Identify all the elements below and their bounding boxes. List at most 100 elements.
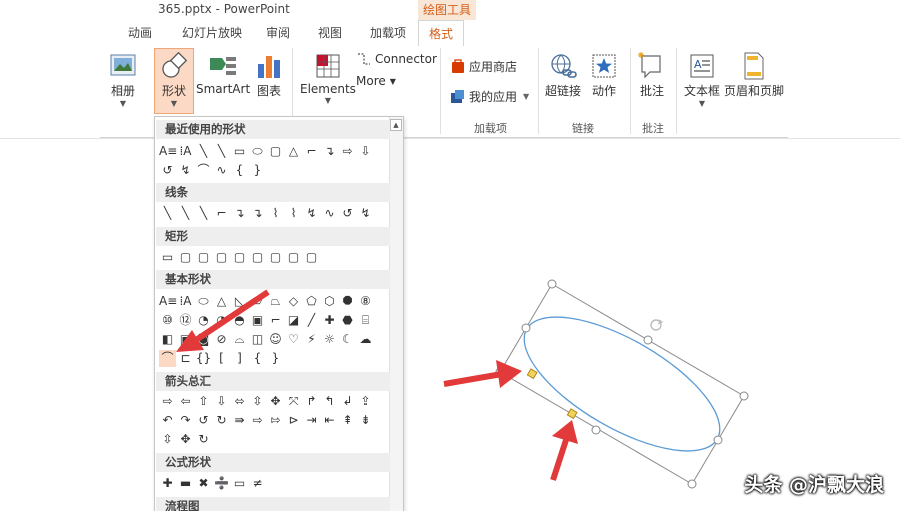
shape-option[interactable]: ↴ (231, 205, 248, 222)
shape-option[interactable]: ⬠ (303, 293, 320, 310)
shape-option[interactable]: ⇦ (177, 393, 194, 410)
shape-option[interactable]: ⊳ (285, 412, 302, 429)
selected-ellipse[interactable] (495, 279, 749, 489)
shape-option[interactable]: ∿ (321, 205, 338, 222)
shape-option[interactable]: ▢ (249, 249, 266, 266)
shape-option[interactable]: ↯ (177, 162, 194, 179)
shape-option[interactable]: ◇ (285, 293, 302, 310)
shape-option[interactable]: ⇟ (357, 412, 374, 429)
shape-option[interactable]: ⬭ (249, 143, 266, 160)
shape-option[interactable]: ⇤ (321, 412, 338, 429)
shape-option[interactable]: ☁ (357, 331, 374, 348)
shape-option[interactable]: ⌒ (195, 162, 212, 179)
shape-option[interactable]: ▢ (303, 249, 320, 266)
shape-option[interactable]: ⇨ (249, 412, 266, 429)
shape-option[interactable]: ↺ (339, 205, 356, 222)
shape-option[interactable]: ◓ (231, 312, 248, 329)
shape-option[interactable]: A≡ (159, 293, 177, 310)
shape-option[interactable]: ◧ (159, 331, 176, 348)
shape-option[interactable]: ⇧ (195, 393, 212, 410)
shape-option[interactable]: ▣ (249, 312, 266, 329)
shape-option[interactable]: ↴ (321, 143, 338, 160)
shape-option[interactable]: ⬣ (339, 312, 356, 329)
shape-option[interactable]: ⏢ (267, 293, 284, 310)
shape-option[interactable]: △ (213, 293, 230, 310)
shape-option[interactable]: ⌓ (231, 331, 248, 348)
shape-option[interactable]: ╲ (213, 143, 230, 160)
shape-option[interactable]: ⇩ (357, 143, 374, 160)
shape-option[interactable]: ↺ (195, 412, 212, 429)
resize-handle[interactable] (687, 479, 697, 489)
shape-option[interactable]: ▣ (177, 331, 194, 348)
shape-option[interactable]: ⌇ (285, 205, 302, 222)
shape-option[interactable]: ↴ (249, 205, 266, 222)
shape-option[interactable]: ⇞ (339, 412, 356, 429)
shape-option[interactable]: ▢ (285, 249, 302, 266)
shape-option[interactable]: [ (213, 350, 230, 367)
shape-option[interactable]: ⑧ (357, 293, 374, 310)
shape-option[interactable]: ▭ (231, 143, 248, 160)
shape-option[interactable]: ⤧ (285, 393, 302, 410)
shape-option[interactable]: ╲ (195, 205, 212, 222)
shape-option[interactable]: ▢ (231, 249, 248, 266)
shape-option[interactable]: ▢ (267, 249, 284, 266)
shape-option[interactable]: ↯ (303, 205, 320, 222)
shape-option[interactable]: ▭ (231, 475, 248, 492)
shape-option[interactable]: ╲ (177, 205, 194, 222)
shape-option[interactable]: } (249, 162, 266, 179)
shape-option[interactable]: } (267, 350, 284, 367)
shape-option[interactable]: ✥ (177, 431, 194, 448)
shape-option[interactable]: ⚡ (303, 331, 320, 348)
shape-option[interactable]: ☾ (339, 331, 356, 348)
shape-option[interactable]: ↻ (195, 431, 212, 448)
shape-option[interactable]: ⇳ (159, 431, 176, 448)
shape-option[interactable]: ◺ (231, 293, 248, 310)
shape-option[interactable]: ⇨ (159, 393, 176, 410)
adjust-handle[interactable] (526, 368, 538, 380)
shape-option[interactable]: ⌐ (213, 205, 230, 222)
shape-option[interactable]: ◑ (213, 312, 230, 329)
shape-option[interactable]: ⊏ (177, 350, 194, 367)
shape-option[interactable]: ⌇ (267, 205, 284, 222)
shape-option[interactable]: ↶ (159, 412, 176, 429)
rotate-handle-icon[interactable] (650, 319, 664, 331)
shape-option[interactable]: ◔ (195, 312, 212, 329)
resize-handle[interactable] (591, 425, 601, 435)
resize-handle[interactable] (547, 279, 557, 289)
shape-option[interactable]: ▱ (249, 293, 266, 310)
shape-option[interactable]: ◫ (249, 331, 266, 348)
shape-option[interactable]: ⌸ (357, 312, 374, 329)
shape-option[interactable]: ▢ (177, 249, 194, 266)
shape-option[interactable]: ⇳ (249, 393, 266, 410)
shape-option[interactable]: ⌐ (267, 312, 284, 329)
shape-option[interactable]: {} (195, 350, 212, 367)
shape-option[interactable]: ▢ (195, 249, 212, 266)
shape-option[interactable]: ◙ (195, 331, 212, 348)
shape-option[interactable]: ↻ (213, 412, 230, 429)
resize-handle[interactable] (739, 391, 749, 401)
shape-option[interactable]: ⯃ (339, 293, 356, 310)
shape-option[interactable]: △ (285, 143, 302, 160)
scrollbar[interactable]: ▲ (389, 117, 403, 511)
shape-option[interactable]: ⇥ (303, 412, 320, 429)
shape-option[interactable]: { (231, 162, 248, 179)
shape-option[interactable]: ⬡ (321, 293, 338, 310)
shape-option[interactable]: ╱ (303, 312, 320, 329)
resize-handle[interactable] (521, 323, 531, 333)
shape-option[interactable]: ✚ (159, 475, 176, 492)
shape-option[interactable]: ➗ (213, 475, 230, 492)
shape-option[interactable]: ↱ (303, 393, 320, 410)
shape-option[interactable]: ⇰ (267, 412, 284, 429)
shape-option[interactable]: ⬄ (231, 393, 248, 410)
shape-option[interactable]: ✚ (321, 312, 338, 329)
shape-option[interactable]: ⑩ (159, 312, 176, 329)
scroll-up-icon[interactable]: ▲ (390, 119, 402, 131)
resize-handle[interactable] (643, 335, 653, 345)
shape-option[interactable]: ↯ (357, 205, 374, 222)
shape-option[interactable]: ⬭ (195, 293, 212, 310)
shape-option[interactable]: ] (231, 350, 248, 367)
shape-option[interactable]: A≡ (159, 143, 177, 160)
shape-option[interactable]: ⌐ (303, 143, 320, 160)
shape-option[interactable]: ∿ (213, 162, 230, 179)
shape-option[interactable]: ╲ (195, 143, 212, 160)
